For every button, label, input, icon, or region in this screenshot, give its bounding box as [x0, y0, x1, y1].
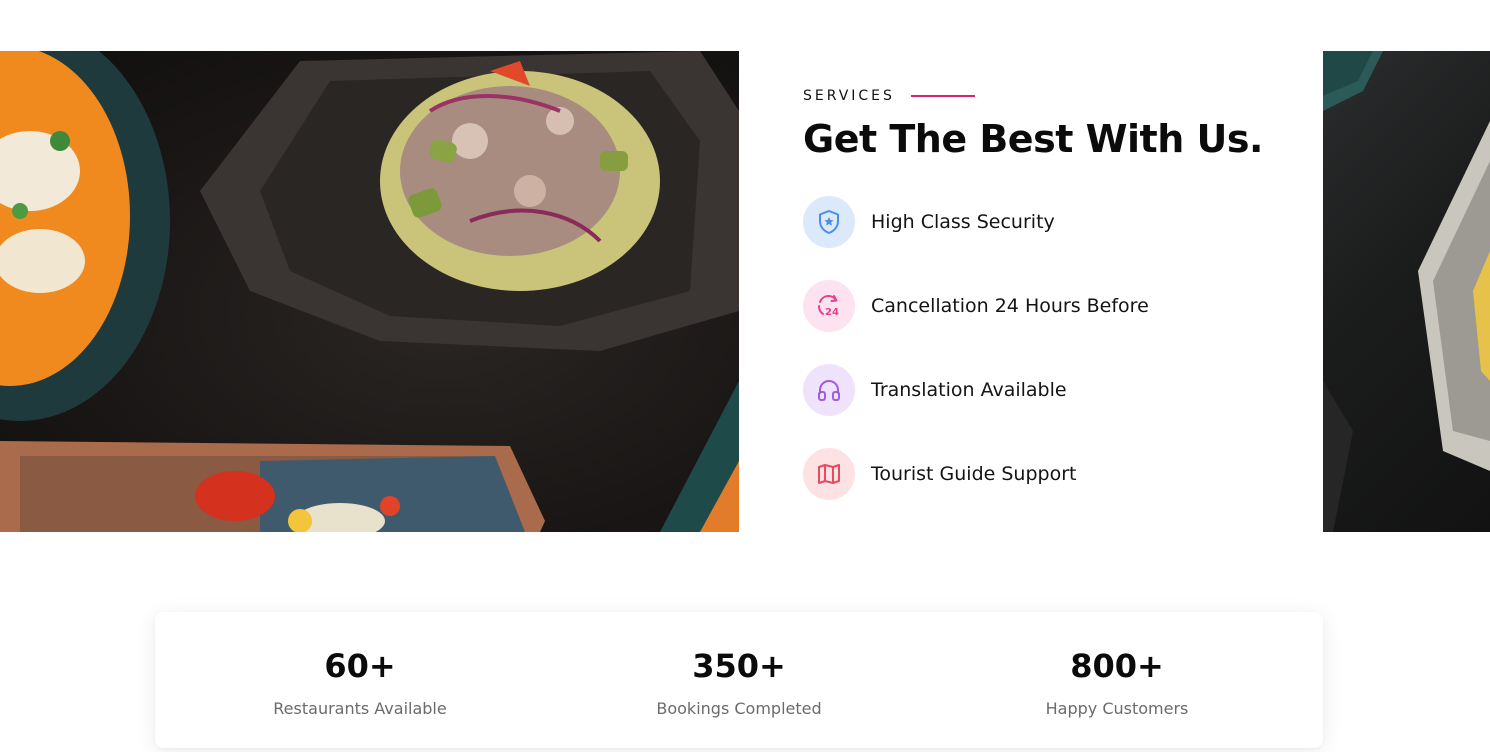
stat-label: Bookings Completed: [656, 699, 822, 718]
map-icon: [803, 448, 855, 500]
feature-label-security: High Class Security: [871, 211, 1055, 233]
stat-bookings: 350+ Bookings Completed: [589, 646, 889, 718]
stat-value: 350+: [692, 647, 786, 685]
food-photo-right-illustration: [1323, 51, 1490, 532]
food-photo-left: [0, 51, 739, 532]
stat-value: 60+: [324, 647, 396, 685]
services-eyebrow: SERVICES: [803, 88, 895, 104]
headphones-icon: [803, 364, 855, 416]
feature-list: High Class Security 24 Cancellation 24 H…: [803, 196, 1149, 532]
stat-label: Restaurants Available: [273, 699, 447, 718]
stat-value: 800+: [1070, 647, 1164, 685]
services-eyebrow-row: SERVICES: [803, 86, 1283, 106]
page: SERVICES Get The Best With Us. High Clas…: [0, 0, 1490, 752]
stat-restaurants: 60+ Restaurants Available: [210, 646, 510, 718]
services-title: Get The Best With Us.: [803, 117, 1263, 161]
feature-label-translation: Translation Available: [871, 379, 1067, 401]
svg-text:24: 24: [825, 307, 839, 318]
feature-item-translation: Translation Available: [803, 364, 1149, 416]
stat-label: Happy Customers: [1045, 699, 1189, 718]
services-section: SERVICES Get The Best With Us. High Clas…: [803, 86, 1283, 500]
feature-label-cancellation: Cancellation 24 Hours Before: [871, 295, 1149, 317]
stat-customers: 800+ Happy Customers: [967, 646, 1267, 718]
feature-item-security: High Class Security: [803, 196, 1149, 248]
eyebrow-accent-line: [910, 95, 975, 97]
food-photo-illustration: [0, 51, 739, 532]
feature-label-guide: Tourist Guide Support: [871, 463, 1077, 485]
shield-star-icon: [803, 196, 855, 248]
refresh-24-icon: 24: [803, 280, 855, 332]
feature-item-cancellation: 24 Cancellation 24 Hours Before: [803, 280, 1149, 332]
food-photo-right: [1323, 51, 1490, 532]
stats-card: 60+ Restaurants Available 350+ Bookings …: [155, 612, 1323, 748]
feature-item-guide: Tourist Guide Support: [803, 448, 1149, 500]
